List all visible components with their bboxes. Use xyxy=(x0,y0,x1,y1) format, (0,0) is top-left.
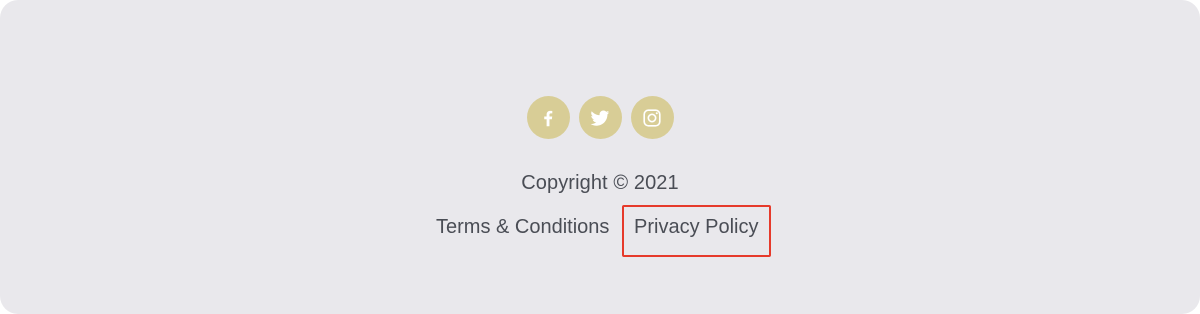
footer: Copyright © 2021 Terms & Conditions Priv… xyxy=(0,0,1200,314)
twitter-button[interactable] xyxy=(578,96,622,139)
social-links xyxy=(0,96,1200,139)
highlight-box xyxy=(622,205,771,257)
instagram-button[interactable] xyxy=(630,96,674,139)
facebook-button[interactable] xyxy=(526,96,570,139)
terms-link[interactable]: Terms & Conditions xyxy=(436,216,609,239)
facebook-icon xyxy=(544,110,553,126)
copyright-text: Copyright © 2021 xyxy=(521,172,679,194)
instagram-icon xyxy=(643,108,661,127)
twitter-icon xyxy=(590,110,610,126)
